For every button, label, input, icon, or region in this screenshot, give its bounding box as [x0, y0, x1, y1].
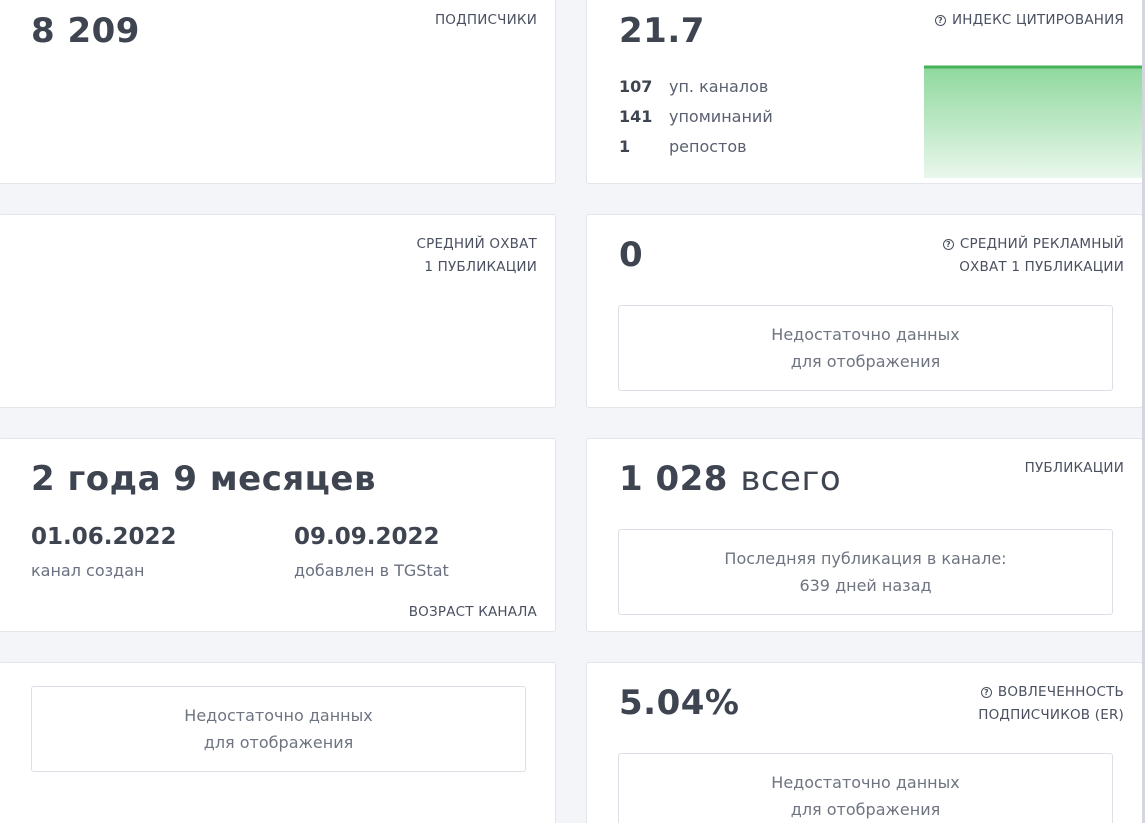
citation-label[interactable]: ? ИНДЕКС ЦИТИРОВАНИЯ — [934, 9, 1124, 32]
citation-card: 21.7 ? ИНДЕКС ЦИТИРОВАНИЯ 107 уп. каналов … — [586, 0, 1143, 184]
avg-reach-label-line1: СРЕДНИЙ ОХВАТ — [416, 236, 537, 252]
stat-num: 107 — [619, 77, 653, 96]
nodata-line1: Недостаточно данных — [771, 325, 960, 344]
er-label[interactable]: ? ВОВЛЕЧЕННОСТЬ ПОДПИСЧИКОВ (ER) — [978, 681, 1124, 727]
added-date: 09.09.2022 — [294, 524, 440, 550]
bottom-left-nodata: Недостаточно данных для отображения — [31, 686, 526, 772]
publications-label: ПУБЛИКАЦИИ — [1024, 460, 1124, 476]
er-value: 5.04% — [619, 683, 740, 723]
added-label: добавлен в TGStat — [294, 561, 449, 580]
ad-reach-label-line1: СРЕДНИЙ РЕКЛАМНЫЙ — [959, 236, 1124, 252]
publications-value: 1 028 всего — [619, 459, 841, 499]
nodata-line2: для отображения — [790, 800, 941, 819]
nodata-line1: Недостаточно данных — [184, 706, 373, 725]
stat-num: 1 — [619, 137, 631, 156]
last-publication-line2: 639 дней назад — [799, 576, 932, 595]
avg-reach-card: СРЕДНИЙ ОХВАТ 1 ПУБЛИКАЦИИ — [0, 214, 556, 408]
ad-reach-value: 0 — [619, 235, 644, 275]
stat-text: репостов — [669, 137, 747, 156]
citation-label-text: ИНДЕКС ЦИТИРОВАНИЯ — [951, 12, 1124, 28]
stat-text: уп. каналов — [669, 77, 769, 96]
channel-age-value: 2 года 9 месяцев — [31, 459, 376, 499]
created-date: 01.06.2022 — [31, 524, 177, 550]
er-label-line2: ПОДПИСЧИКОВ (ER) — [978, 707, 1124, 723]
avg-reach-label-line2: 1 ПУБЛИКАЦИИ — [424, 259, 537, 275]
publications-count: 1 028 — [619, 459, 728, 499]
ad-reach-label-line2: ОХВАТ 1 ПУБЛИКАЦИИ — [959, 259, 1124, 275]
channel-age-card: 2 года 9 месяцев 01.06.2022 канал создан… — [0, 438, 556, 632]
nodata-line1: Недостаточно данных — [771, 773, 960, 792]
question-circle-icon[interactable]: ? — [980, 687, 992, 698]
ad-reach-card: 0 ? СРЕДНИЙ РЕКЛАМНЫЙ ОХВАТ 1 ПУБЛИКАЦИИ … — [586, 214, 1143, 408]
last-publication-line1: Последняя публикация в канале: — [724, 549, 1007, 568]
ad-reach-label[interactable]: ? СРЕДНИЙ РЕКЛАМНЫЙ ОХВАТ 1 ПУБЛИКАЦИИ — [942, 233, 1124, 279]
subscribers-label: ПОДПИСЧИКИ — [434, 12, 537, 28]
stat-row-mentions: 141 упоминаний — [619, 107, 773, 126]
er-card: 5.04% ? ВОВЛЕЧЕННОСТЬ ПОДПИСЧИКОВ (ER) Не… — [586, 662, 1143, 823]
subscribers-value: 8 209 — [31, 11, 140, 51]
ad-reach-nodata: Недостаточно данных для отображения — [618, 305, 1113, 391]
er-nodata: Недостаточно данных для отображения — [618, 753, 1113, 823]
nodata-line2: для отображения — [790, 352, 941, 371]
stat-row-reposts: 1 репостов — [619, 137, 747, 156]
citation-value: 21.7 — [619, 11, 705, 51]
stat-row-channels: 107 уп. каналов — [619, 77, 768, 96]
citation-sparkline — [924, 65, 1142, 178]
stat-num: 141 — [619, 107, 653, 126]
channel-age-label: ВОЗРАСТ КАНАЛА — [408, 604, 537, 620]
question-circle-icon[interactable]: ? — [934, 15, 946, 26]
bottom-left-card: Недостаточно данных для отображения — [0, 662, 556, 823]
question-circle-icon[interactable]: ? — [942, 239, 954, 250]
avg-reach-label: СРЕДНИЙ ОХВАТ 1 ПУБЛИКАЦИИ — [416, 233, 537, 279]
publications-suffix: всего — [740, 459, 842, 499]
nodata-line2: для отображения — [203, 733, 354, 752]
subscribers-card: 8 209 ПОДПИСЧИКИ — [0, 0, 556, 184]
last-publication-box: Последняя публикация в канале: 639 дней … — [618, 529, 1113, 615]
created-label: канал создан — [31, 561, 145, 580]
publications-card: 1 028 всего ПУБЛИКАЦИИ Последняя публика… — [586, 438, 1143, 632]
er-label-line1: ВОВЛЕЧЕННОСТЬ — [997, 684, 1124, 700]
stat-text: упоминаний — [669, 107, 773, 126]
